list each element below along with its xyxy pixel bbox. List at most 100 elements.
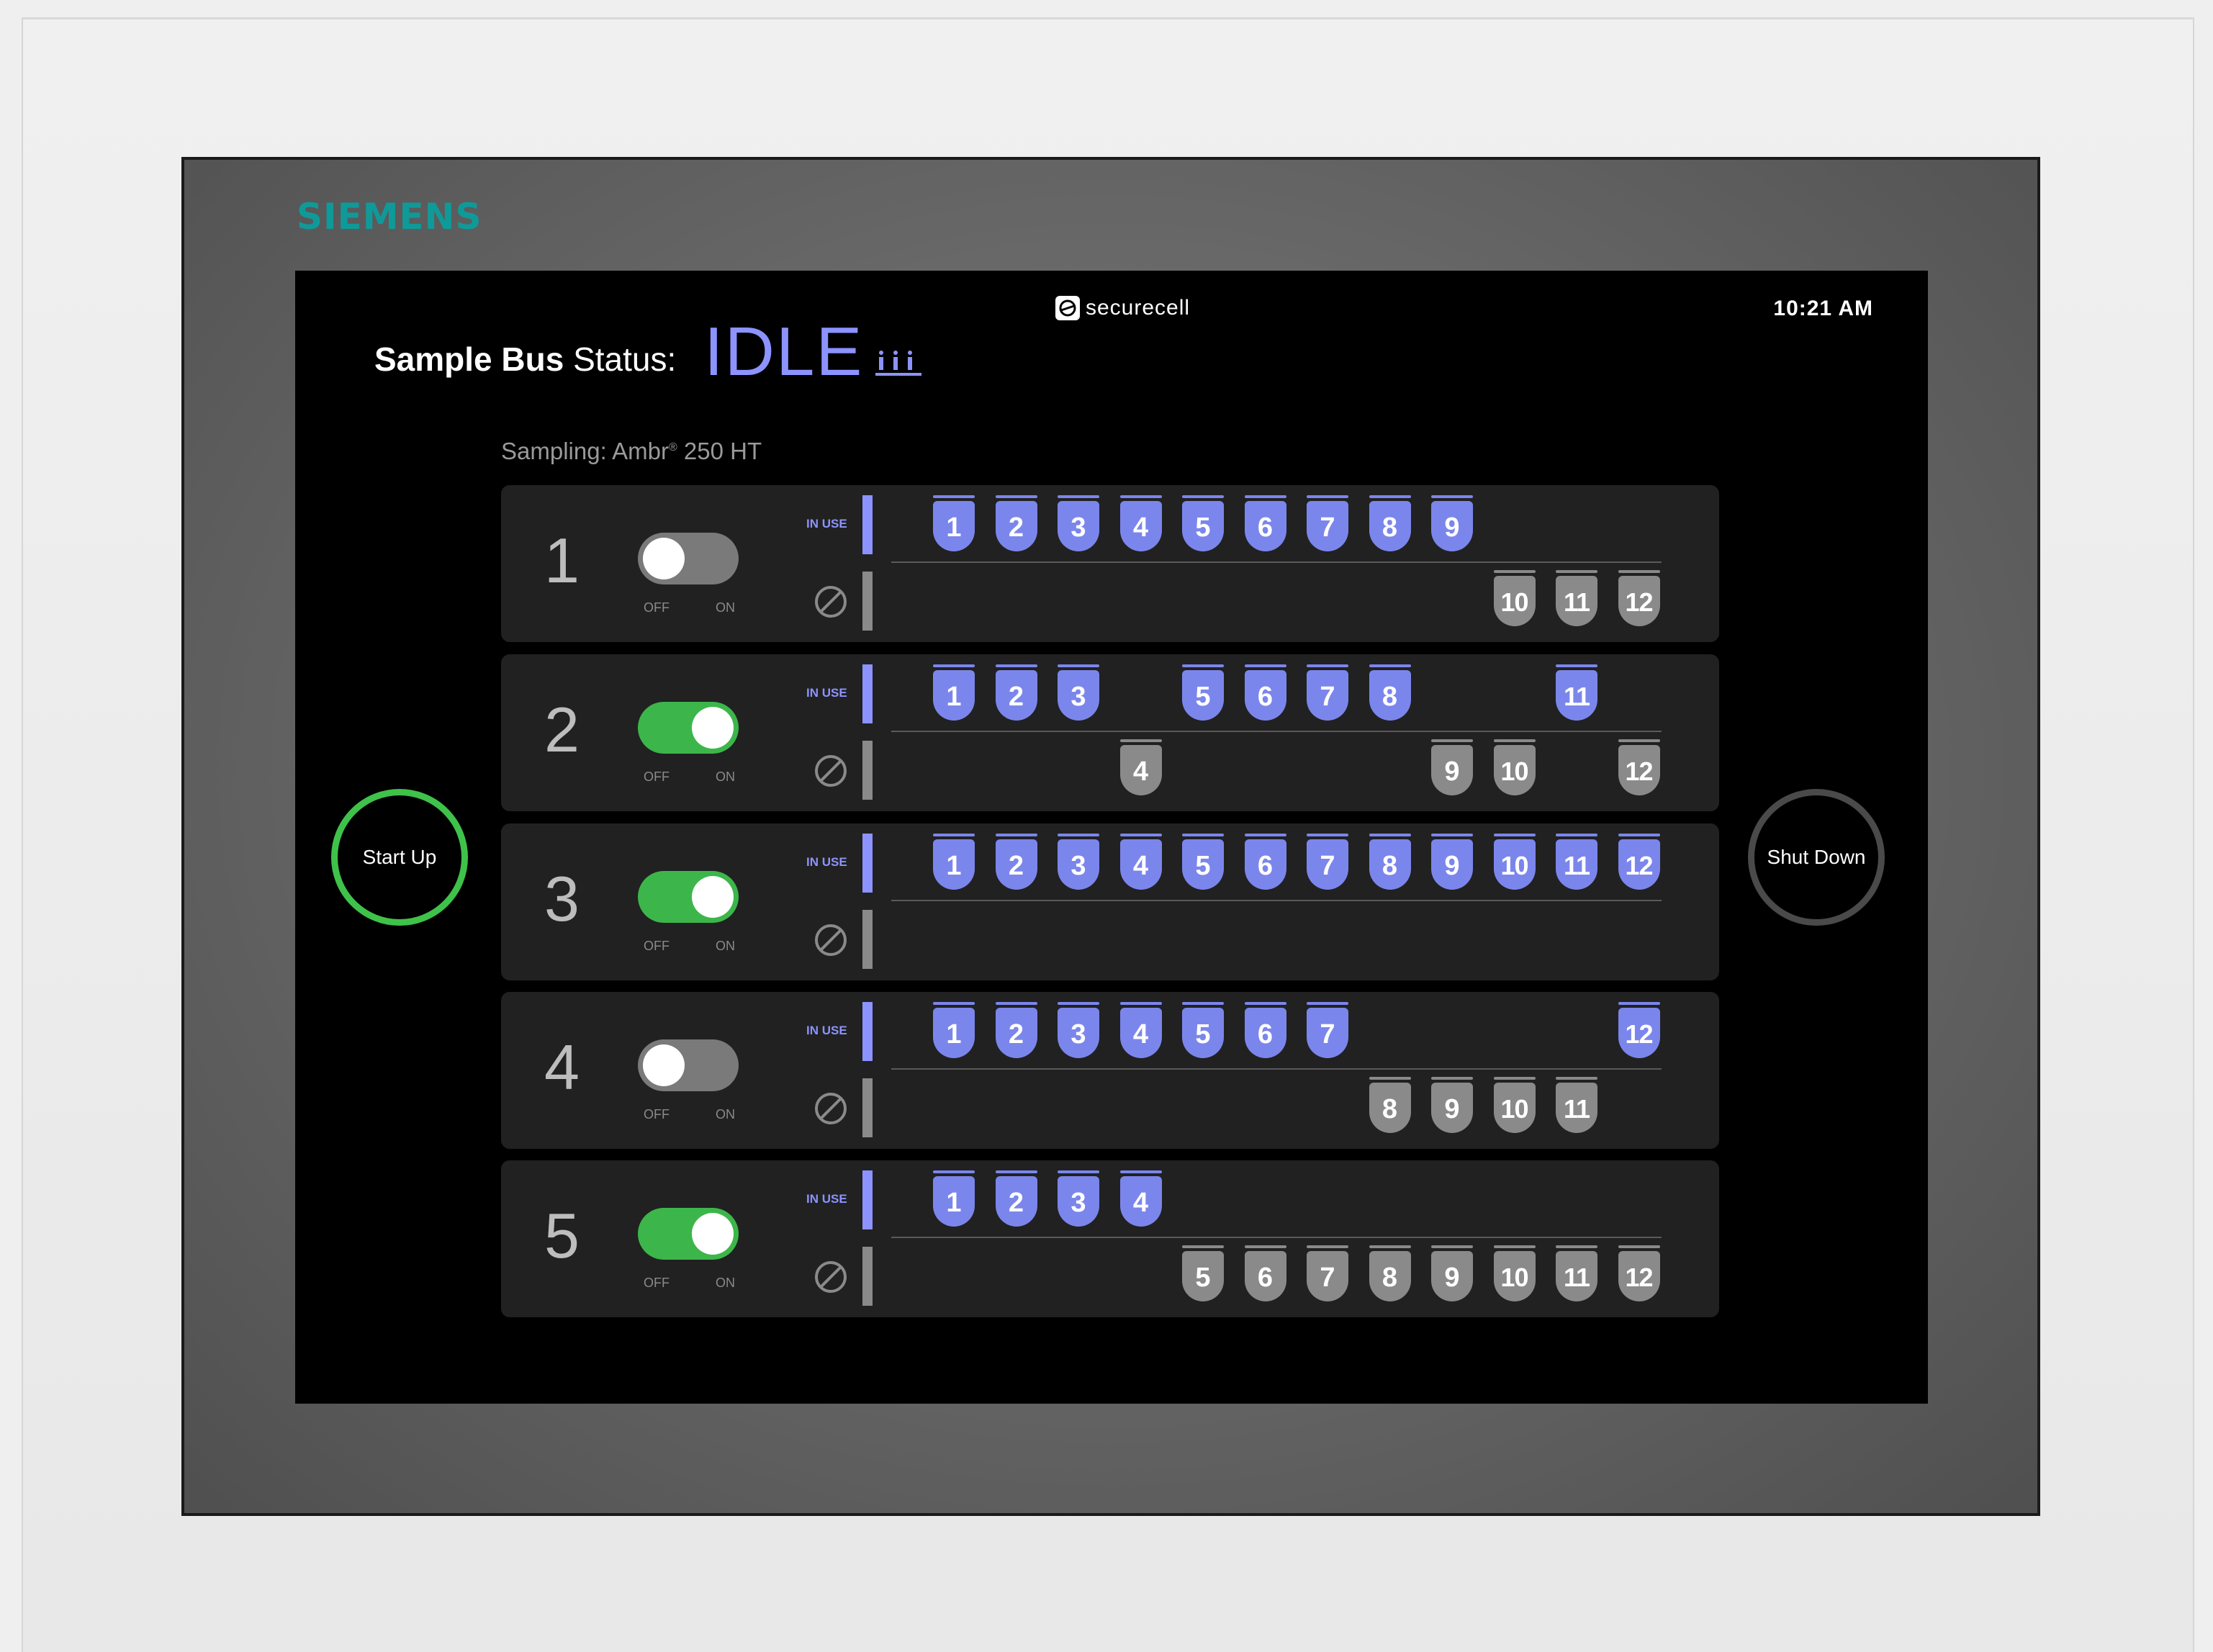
tube-blocked-4[interactable]: 4 xyxy=(1119,739,1162,795)
clock: 10:21 AM xyxy=(1773,297,1873,320)
tube-in-use-2[interactable]: 2 xyxy=(995,834,1037,890)
tube-in-use-8[interactable]: 8 xyxy=(1369,495,1411,551)
row-enable-toggle[interactable] xyxy=(638,702,739,754)
blocked-icon xyxy=(815,1261,847,1293)
row-enable-toggle[interactable] xyxy=(638,1039,739,1091)
tube-blocked-7[interactable]: 7 xyxy=(1307,1245,1348,1301)
toggle-off-label: OFF xyxy=(644,769,670,784)
tube-blocked-11[interactable]: 11 xyxy=(1556,1077,1597,1133)
sampler-row-5: 5 OFF ON IN USE 1 2 3 4 5 6 7 8 9 10 11 12 xyxy=(501,1160,1719,1317)
tube-in-use-6[interactable]: 6 xyxy=(1244,834,1286,890)
bus-status-value: IDLE xyxy=(704,313,864,390)
tube-in-use-1[interactable]: 1 xyxy=(933,495,975,551)
tube-in-use-11[interactable]: 11 xyxy=(1556,664,1597,721)
toggle-on-label: ON xyxy=(716,1107,735,1121)
toggle-on-label: ON xyxy=(716,939,735,953)
in-use-label: IN USE xyxy=(806,686,847,700)
tube-in-use-5[interactable]: 5 xyxy=(1182,1002,1224,1058)
tube-blocked-12[interactable]: 12 xyxy=(1618,1245,1660,1301)
in-use-lane-bar xyxy=(862,495,873,554)
toggle-knob xyxy=(692,707,734,749)
row-number: 2 xyxy=(544,694,580,765)
tube-in-use-3[interactable]: 3 xyxy=(1058,1170,1099,1227)
tube-in-use-1[interactable]: 1 xyxy=(933,1002,975,1058)
tube-in-use-2[interactable]: 2 xyxy=(995,1170,1037,1227)
siemens-logo: SIEMENS xyxy=(297,196,482,238)
row-enable-toggle[interactable] xyxy=(638,533,739,584)
tube-in-use-7[interactable]: 7 xyxy=(1307,495,1348,551)
tube-in-use-7[interactable]: 7 xyxy=(1307,834,1348,890)
in-use-label: IN USE xyxy=(806,1024,847,1037)
tube-in-use-2[interactable]: 2 xyxy=(995,664,1037,721)
tube-blocked-12[interactable]: 12 xyxy=(1618,739,1660,795)
tube-in-use-8[interactable]: 8 xyxy=(1369,664,1411,721)
lane-divider xyxy=(891,900,1662,901)
tube-in-use-4[interactable]: 4 xyxy=(1119,1002,1162,1058)
hmi-screen: Sample Bus Status: IDLE securecell 10:21… xyxy=(295,271,1928,1404)
tube-in-use-9[interactable]: 9 xyxy=(1431,834,1473,890)
tube-in-use-12[interactable]: 12 xyxy=(1618,834,1660,890)
tube-in-use-1[interactable]: 1 xyxy=(933,834,975,890)
row-enable-toggle[interactable] xyxy=(638,1208,739,1260)
tube-in-use-3[interactable]: 3 xyxy=(1058,1002,1099,1058)
tube-in-use-7[interactable]: 7 xyxy=(1307,664,1348,721)
tube-in-use-2[interactable]: 2 xyxy=(995,1002,1037,1058)
tube-blocked-5[interactable]: 5 xyxy=(1182,1245,1224,1301)
tube-in-use-7[interactable]: 7 xyxy=(1307,1002,1348,1058)
tube-in-use-1[interactable]: 1 xyxy=(933,664,975,721)
tube-in-use-5[interactable]: 5 xyxy=(1182,495,1224,551)
tube-blocked-11[interactable]: 11 xyxy=(1556,1245,1597,1301)
tube-blocked-9[interactable]: 9 xyxy=(1431,739,1473,795)
start-up-button[interactable]: Start Up xyxy=(331,789,468,926)
in-use-label: IN USE xyxy=(806,517,847,531)
securecell-mark-icon xyxy=(1055,296,1080,320)
tube-in-use-2[interactable]: 2 xyxy=(995,495,1037,551)
tube-in-use-3[interactable]: 3 xyxy=(1058,834,1099,890)
tube-in-use-10[interactable]: 10 xyxy=(1493,834,1536,890)
tube-in-use-5[interactable]: 5 xyxy=(1182,664,1224,721)
shut-down-button[interactable]: Shut Down xyxy=(1748,789,1885,926)
toggle-knob xyxy=(643,1044,685,1086)
tube-in-use-6[interactable]: 6 xyxy=(1244,664,1286,721)
tube-blocked-8[interactable]: 8 xyxy=(1369,1077,1411,1133)
row-number: 4 xyxy=(544,1032,580,1103)
tube-in-use-8[interactable]: 8 xyxy=(1369,834,1411,890)
tube-in-use-3[interactable]: 3 xyxy=(1058,495,1099,551)
row-enable-toggle[interactable] xyxy=(638,871,739,923)
tube-blocked-9[interactable]: 9 xyxy=(1431,1077,1473,1133)
in-use-lane-bar xyxy=(862,1170,873,1229)
tube-in-use-3[interactable]: 3 xyxy=(1058,664,1099,721)
tube-in-use-1[interactable]: 1 xyxy=(933,1170,975,1227)
tube-in-use-6[interactable]: 6 xyxy=(1244,1002,1286,1058)
tube-blocked-9[interactable]: 9 xyxy=(1431,1245,1473,1301)
tube-in-use-12[interactable]: 12 xyxy=(1618,1002,1660,1058)
tube-blocked-10[interactable]: 10 xyxy=(1493,1245,1536,1301)
row-number: 5 xyxy=(544,1200,580,1271)
tube-in-use-6[interactable]: 6 xyxy=(1244,495,1286,551)
sampler-row-4: 4 OFF ON IN USE 1 2 3 4 5 6 7 12 8 9 10 11 xyxy=(501,992,1719,1149)
in-use-label: IN USE xyxy=(806,1192,847,1206)
in-use-lane-bar xyxy=(862,834,873,893)
tube-in-use-4[interactable]: 4 xyxy=(1119,1170,1162,1227)
toggle-off-label: OFF xyxy=(644,1276,670,1290)
tube-in-use-9[interactable]: 9 xyxy=(1431,495,1473,551)
tube-blocked-11[interactable]: 11 xyxy=(1556,570,1597,626)
tube-blocked-6[interactable]: 6 xyxy=(1244,1245,1286,1301)
tube-blocked-8[interactable]: 8 xyxy=(1369,1245,1411,1301)
logo-text: securecell xyxy=(1086,296,1191,320)
sampler-row-3: 3 OFF ON IN USE 1 2 3 4 5 6 7 8 9 10 11 12 xyxy=(501,823,1719,980)
lane-divider xyxy=(891,731,1662,732)
toggle-off-label: OFF xyxy=(644,939,670,953)
tube-in-use-4[interactable]: 4 xyxy=(1119,834,1162,890)
tube-blocked-10[interactable]: 10 xyxy=(1493,739,1536,795)
blocked-lane-bar xyxy=(862,1078,873,1137)
in-use-lane-bar xyxy=(862,1002,873,1061)
toggle-knob xyxy=(692,1213,734,1255)
tube-in-use-11[interactable]: 11 xyxy=(1556,834,1597,890)
tube-blocked-12[interactable]: 12 xyxy=(1618,570,1660,626)
toggle-on-label: ON xyxy=(716,600,735,615)
tube-in-use-4[interactable]: 4 xyxy=(1119,495,1162,551)
tube-blocked-10[interactable]: 10 xyxy=(1493,1077,1536,1133)
tube-in-use-5[interactable]: 5 xyxy=(1182,834,1224,890)
tube-blocked-10[interactable]: 10 xyxy=(1493,570,1536,626)
